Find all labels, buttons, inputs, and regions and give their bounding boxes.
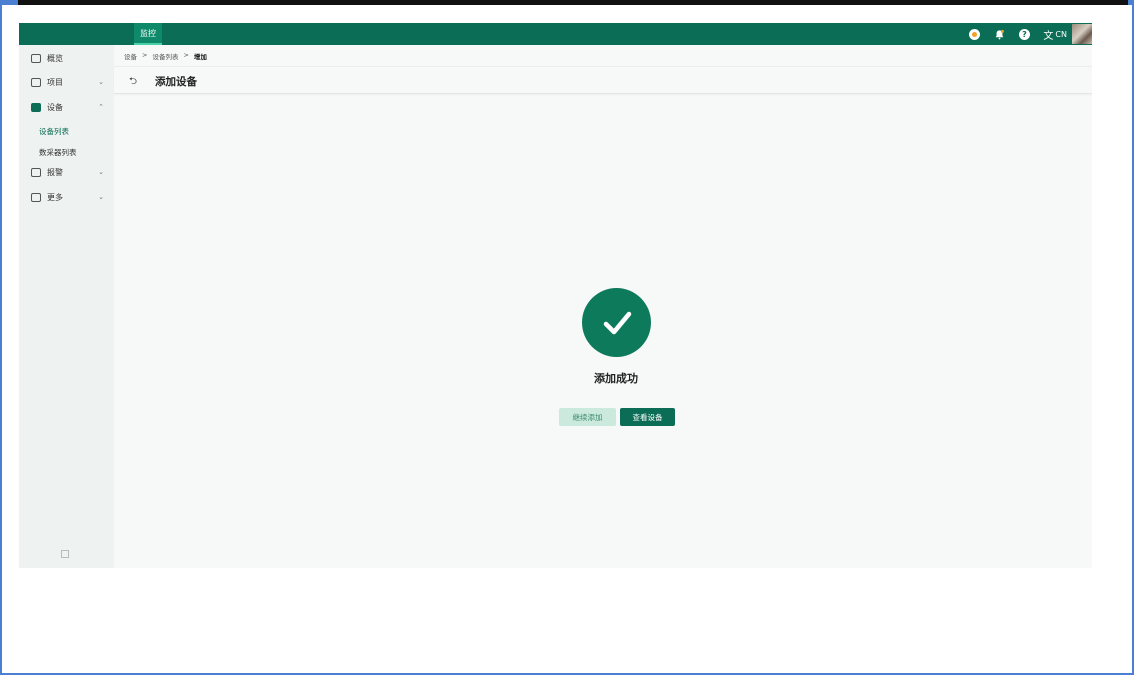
breadcrumb-separator: > [183, 51, 189, 59]
breadcrumb-item[interactable]: 设备 [124, 51, 137, 61]
chevron-down-icon: ⌄ [98, 78, 104, 86]
app: 监控 ? 文 CN 概览 项目 ⌄ 设备 ⌃ 设备列表 数采器列表 报警 ⌄ 更… [19, 23, 1092, 568]
success-check-icon [582, 288, 651, 357]
top-header: 监控 ? 文 CN [19, 23, 1092, 45]
status-icon[interactable] [968, 28, 980, 40]
continue-add-button[interactable]: 继续添加 [559, 408, 616, 426]
sidebar-item-label: 更多 [47, 192, 63, 202]
sidebar-item-more[interactable]: 更多 ⌄ [19, 186, 114, 208]
sidebar-subitem-device-list[interactable]: 设备列表 [39, 126, 69, 137]
breadcrumb-item[interactable]: 设备列表 [152, 51, 178, 61]
sidebar-item-label: 概览 [47, 53, 63, 63]
result-panel: 添加成功 继续添加 查看设备 [114, 95, 1092, 568]
breadcrumb-current: 增加 [193, 53, 207, 61]
collapse-sidebar-icon[interactable] [61, 550, 69, 558]
alarm-icon [31, 167, 41, 177]
sidebar-item-label: 设备 [47, 102, 63, 112]
success-message: 添加成功 [594, 372, 638, 385]
page-title: 添加设备 [155, 76, 197, 88]
sidebar-item-overview[interactable]: 概览 [19, 47, 114, 69]
dashboard-icon [31, 53, 41, 63]
help-icon[interactable]: ? [1018, 28, 1030, 40]
main-content: 设备 > 设备列表 > 增加 ⮌ 添加设备 添加成功 继续添加 查看设备 [114, 45, 1092, 568]
more-icon [31, 192, 41, 202]
breadcrumb: 设备 > 设备列表 > 增加 [124, 51, 207, 61]
sidebar-item-device[interactable]: 设备 ⌃ [19, 96, 114, 118]
device-icon [31, 102, 41, 112]
language-switch[interactable]: 文 CN [1043, 27, 1067, 42]
page-header: ⮌ 添加设备 [114, 66, 1092, 94]
sidebar-item-label: 项目 [47, 77, 63, 87]
chevron-up-icon: ⌃ [98, 103, 104, 111]
top-strip [18, 0, 1128, 5]
chevron-down-icon: ⌄ [98, 193, 104, 201]
language-code: CN [1055, 29, 1067, 39]
back-icon[interactable]: ⮌ [129, 74, 137, 91]
sidebar-subitem-collector-list[interactable]: 数采器列表 [39, 147, 77, 158]
sidebar-item-label: 报警 [47, 167, 63, 177]
tab-monitor[interactable]: 监控 [134, 23, 162, 45]
breadcrumb-separator: > [142, 51, 148, 59]
translate-icon: 文 [1043, 30, 1054, 42]
view-devices-button[interactable]: 查看设备 [620, 408, 675, 426]
chevron-down-icon: ⌄ [98, 168, 104, 176]
sidebar: 概览 项目 ⌄ 设备 ⌃ 设备列表 数采器列表 报警 ⌄ 更多 ⌄ [19, 45, 114, 568]
sidebar-item-alarm[interactable]: 报警 ⌄ [19, 161, 114, 183]
project-icon [31, 77, 41, 87]
header-icons: ? 文 CN [955, 23, 1092, 45]
bell-icon[interactable] [993, 28, 1005, 40]
avatar[interactable] [1072, 24, 1092, 44]
sidebar-item-project[interactable]: 项目 ⌄ [19, 71, 114, 93]
